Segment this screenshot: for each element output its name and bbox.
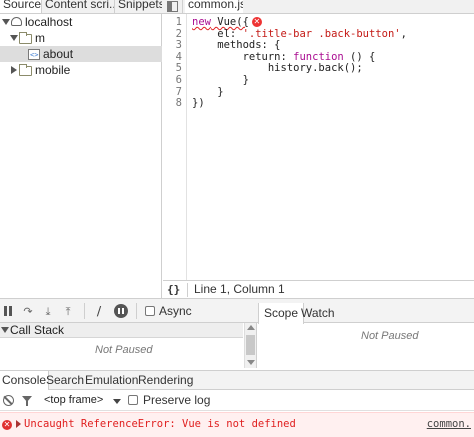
tab-content-scripts[interactable]: Content scri... <box>42 0 115 13</box>
async-checkbox[interactable] <box>145 306 155 316</box>
line-number[interactable]: 6 <box>176 74 182 87</box>
code-keyword: function <box>293 50 344 63</box>
step-over-icon[interactable]: ↷ <box>21 305 35 318</box>
call-stack-header[interactable]: Call Stack <box>0 323 243 338</box>
code-line[interactable]: }) <box>192 97 205 110</box>
scope-status: Not Paused <box>361 330 419 342</box>
tab-common-js[interactable]: common.js <box>185 0 243 13</box>
scope-pane: Scope Watch Not Paused <box>258 303 474 368</box>
code-text: history.back(); <box>192 62 363 75</box>
call-stack-status: Not Paused <box>95 344 153 356</box>
error-message-text: Uncaught ReferenceError: Vue is not defi… <box>24 418 296 430</box>
preserve-log-checkbox[interactable] <box>128 395 138 405</box>
tab-console[interactable]: Console <box>0 371 50 390</box>
code-string: '.title-bar .back-button' <box>242 27 401 40</box>
tab-emulation[interactable]: Emulation <box>83 371 140 390</box>
error-icon: ✕ <box>2 420 12 430</box>
console-toolbar: <top frame> Preserve log <box>0 390 474 411</box>
tab-sources[interactable]: Sources <box>0 0 42 13</box>
scrollbar[interactable] <box>244 323 256 368</box>
expand-arrow-icon[interactable] <box>16 420 21 428</box>
scrollbar-thumb[interactable] <box>246 335 255 355</box>
domain-icon <box>11 17 22 26</box>
expand-arrow-icon[interactable] <box>1 327 9 333</box>
line-number[interactable]: 1 <box>176 16 182 29</box>
step-out-icon[interactable]: ⤒ <box>61 305 75 318</box>
tree-item-m[interactable]: m <box>0 30 162 46</box>
pause-icon[interactable] <box>4 306 13 316</box>
tree-item-label: mobile <box>35 63 71 77</box>
scroll-down-icon[interactable] <box>247 360 255 365</box>
tree-item-label: m <box>35 31 45 45</box>
tree-item-label: localhost <box>25 15 73 29</box>
async-label: Async <box>159 304 192 318</box>
code-text: return: <box>192 50 294 63</box>
chevron-down-icon[interactable] <box>113 399 121 404</box>
expand-arrow-icon[interactable] <box>10 35 18 41</box>
editor-status-bar: {} Line 1, Column 1 <box>163 280 474 298</box>
line-number-gutter: 1 2 3 4 5 6 7 8 <box>163 14 187 280</box>
code-text: methods: { <box>192 39 281 52</box>
code-text: } <box>192 85 224 98</box>
tree-item-label: about <box>43 47 74 61</box>
tree-item-mobile[interactable]: mobile <box>0 62 162 78</box>
code-keyword: new <box>192 16 211 28</box>
divider <box>187 283 188 297</box>
editor-tabbar: common.js <box>163 0 474 14</box>
divider <box>136 303 137 319</box>
file-navigator: localhost m about mobile <box>0 14 162 298</box>
code-text: () { <box>343 50 376 63</box>
code-text: } <box>192 74 249 86</box>
frame-select[interactable]: <top frame> <box>44 393 103 408</box>
scroll-up-icon[interactable] <box>247 325 255 330</box>
error-source-link[interactable]: common. <box>427 418 471 430</box>
tab-snippets[interactable]: Snippets <box>115 0 162 13</box>
tab-watch[interactable]: Watch <box>296 303 340 323</box>
code-text: el: <box>192 27 243 40</box>
divider <box>84 303 85 319</box>
toggle-navigator-icon[interactable] <box>167 1 178 12</box>
code-text: }) <box>192 97 205 110</box>
call-stack-title: Call Stack <box>10 323 65 337</box>
html-file-icon <box>28 47 40 63</box>
console-error-message[interactable]: ✕ Uncaught ReferenceError: Vue is not de… <box>0 412 474 437</box>
tab-rendering[interactable]: Rendering <box>136 371 195 390</box>
call-stack-pane: Call Stack Not Paused <box>0 323 257 368</box>
filter-icon[interactable] <box>22 396 32 406</box>
tab-search[interactable]: Search <box>44 371 86 390</box>
code-editor[interactable]: 1 2 3 4 5 6 7 8 new Vue({✕ el: '.title-b… <box>163 14 474 280</box>
preserve-log-label: Preserve log <box>143 393 211 407</box>
code-text: , <box>400 27 407 40</box>
pretty-print-button[interactable]: {} <box>167 281 180 298</box>
scope-tabbar: Scope Watch <box>258 303 474 324</box>
expand-arrow-icon[interactable] <box>2 19 10 25</box>
tree-item-localhost[interactable]: localhost <box>0 14 162 30</box>
error-icon[interactable]: ✕ <box>251 17 262 27</box>
line-number[interactable]: 8 <box>176 98 182 110</box>
cursor-position: Line 1, Column 1 <box>194 282 285 296</box>
tree-item-about[interactable]: about <box>0 46 162 63</box>
folder-icon <box>19 64 32 76</box>
divider <box>182 0 183 14</box>
code-text: Vue({ <box>210 16 249 28</box>
folder-icon <box>19 32 32 44</box>
pause-on-exceptions-icon[interactable] <box>114 304 128 318</box>
collapse-arrow-icon[interactable] <box>11 66 17 74</box>
step-into-icon[interactable]: ⤓ <box>41 305 55 318</box>
drawer-tabbar: Console Search Emulation Rendering <box>0 370 474 390</box>
deactivate-breakpoints-icon[interactable]: ⧸ <box>92 305 106 318</box>
clear-console-icon[interactable] <box>3 395 14 406</box>
